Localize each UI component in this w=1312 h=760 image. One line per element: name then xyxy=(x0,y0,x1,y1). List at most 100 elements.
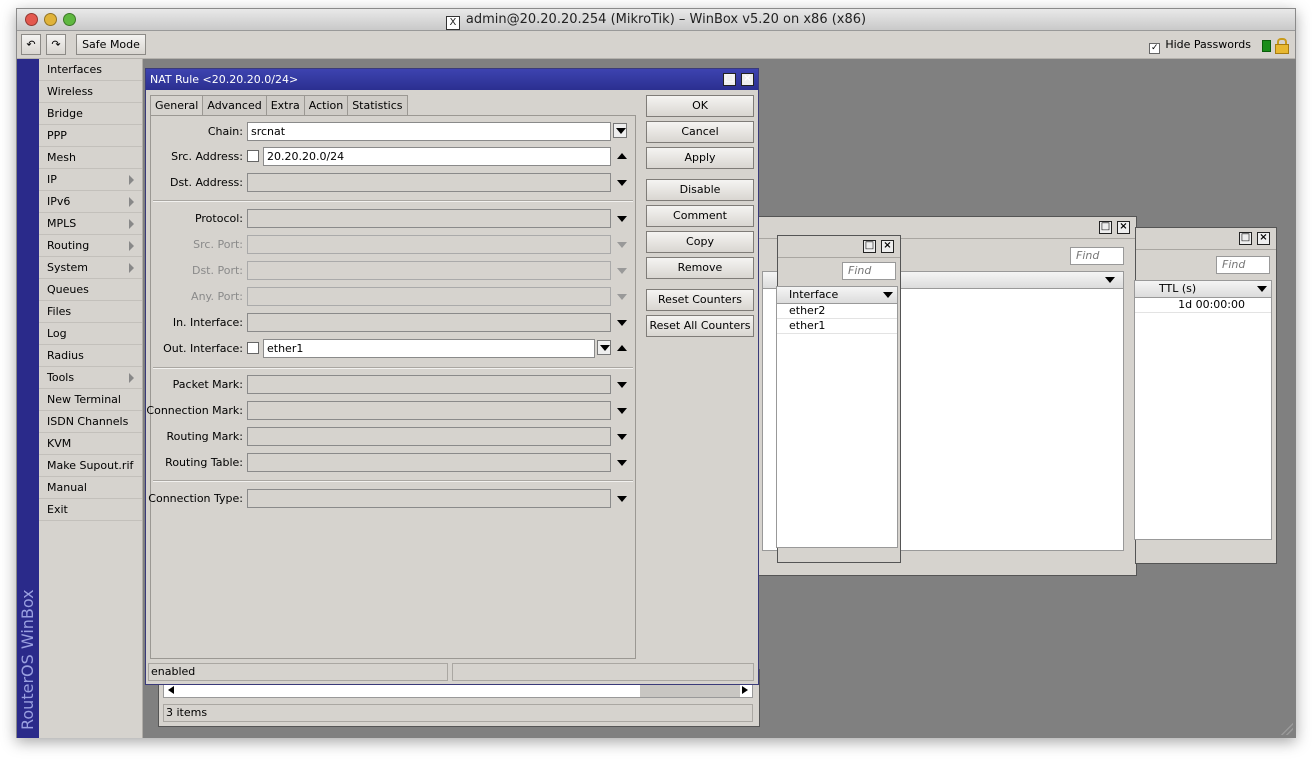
menu-item-queues[interactable]: Queues xyxy=(39,279,142,301)
ttl-grid[interactable]: TTL (s) 1d 00:00:00 xyxy=(1134,280,1272,540)
expand-down-icon[interactable] xyxy=(617,320,627,326)
menu-item-ipv6[interactable]: IPv6 xyxy=(39,191,142,213)
menu-item-isdn-channels[interactable]: ISDN Channels xyxy=(39,411,142,433)
menu-item-radius[interactable]: Radius xyxy=(39,345,142,367)
menu-item-ip[interactable]: IP xyxy=(39,169,142,191)
interface-column-header[interactable]: Interface xyxy=(777,287,897,304)
expand-down-icon[interactable] xyxy=(617,460,627,466)
table-row[interactable]: ether2 xyxy=(777,304,897,319)
menu-item-interfaces[interactable]: Interfaces xyxy=(39,59,142,81)
column-menu-icon[interactable] xyxy=(1105,277,1115,283)
connection-type-input[interactable] xyxy=(247,489,611,508)
collapse-up-icon[interactable] xyxy=(617,345,627,351)
in-interface-row: In. Interface: xyxy=(151,313,637,333)
menu-item-routing[interactable]: Routing xyxy=(39,235,142,257)
table-row[interactable]: 1d 00:00:00 xyxy=(1135,298,1271,313)
menu-item-bridge[interactable]: Bridge xyxy=(39,103,142,125)
cancel-button[interactable]: Cancel xyxy=(646,121,754,143)
chain-select[interactable]: srcnat xyxy=(247,122,611,141)
src-address-negate-checkbox[interactable] xyxy=(247,150,259,162)
disable-button[interactable]: Disable xyxy=(646,179,754,201)
redo-button[interactable]: ↷ xyxy=(46,34,66,55)
resize-grip-icon[interactable] xyxy=(1281,723,1293,735)
bg-window-2-titlebar[interactable]: □ × xyxy=(1136,228,1276,250)
expand-down-icon[interactable] xyxy=(617,408,627,414)
find-input[interactable]: Find xyxy=(842,262,896,280)
copy-button[interactable]: Copy xyxy=(646,231,754,253)
dst-address-row: Dst. Address: xyxy=(151,173,637,193)
toolbar: ↶ ↷ Safe Mode ✓ Hide Passwords xyxy=(17,31,1295,59)
expand-down-icon[interactable] xyxy=(617,496,627,502)
column-menu-icon[interactable] xyxy=(1257,286,1267,292)
menu-item-kvm[interactable]: KVM xyxy=(39,433,142,455)
scroll-right-icon[interactable] xyxy=(742,686,748,694)
chain-dropdown-icon[interactable] xyxy=(613,123,627,138)
remove-button[interactable]: Remove xyxy=(646,257,754,279)
tab-statistics[interactable]: Statistics xyxy=(347,95,408,115)
table-row[interactable]: ether1 xyxy=(777,319,897,334)
tab-extra[interactable]: Extra xyxy=(265,95,305,115)
out-interface-select[interactable]: ether1 xyxy=(263,339,595,358)
menu-item-exit[interactable]: Exit xyxy=(39,499,142,521)
hide-passwords-toggle[interactable]: ✓ Hide Passwords xyxy=(1149,38,1251,54)
tab-advanced[interactable]: Advanced xyxy=(202,95,267,115)
tab-action[interactable]: Action xyxy=(303,95,349,115)
tab-general[interactable]: General xyxy=(150,95,204,116)
reset-counters-button[interactable]: Reset Counters xyxy=(646,289,754,311)
ok-button[interactable]: OK xyxy=(646,95,754,117)
safe-mode-button[interactable]: Safe Mode xyxy=(76,34,146,55)
collapse-up-icon[interactable] xyxy=(617,153,627,159)
close-window-icon[interactable] xyxy=(25,13,38,26)
reset-all-counters-button[interactable]: Reset All Counters xyxy=(646,315,754,337)
hide-passwords-checkbox[interactable]: ✓ xyxy=(1149,43,1161,54)
apply-button[interactable]: Apply xyxy=(646,147,754,169)
expand-down-icon[interactable] xyxy=(617,180,627,186)
dst-address-input[interactable] xyxy=(247,173,611,192)
menu-item-new-terminal[interactable]: New Terminal xyxy=(39,389,142,411)
menu-item-ppp[interactable]: PPP xyxy=(39,125,142,147)
close-icon[interactable]: × xyxy=(741,73,754,86)
maximize-icon[interactable]: □ xyxy=(1239,232,1252,245)
bg-window-3-titlebar[interactable]: □ × xyxy=(778,236,900,258)
out-interface-negate-checkbox[interactable] xyxy=(247,342,259,354)
scroll-thumb[interactable] xyxy=(640,683,740,697)
maximize-icon[interactable]: □ xyxy=(723,73,736,86)
scroll-left-icon[interactable] xyxy=(168,686,174,694)
expand-down-icon[interactable] xyxy=(617,216,627,222)
menu-item-mesh[interactable]: Mesh xyxy=(39,147,142,169)
zoom-window-icon[interactable] xyxy=(63,13,76,26)
out-interface-dropdown-icon[interactable] xyxy=(597,340,611,355)
menu-item-files[interactable]: Files xyxy=(39,301,142,323)
close-icon[interactable]: × xyxy=(1117,221,1130,234)
nat-rule-titlebar[interactable]: NAT Rule <20.20.20.0/24> □ × xyxy=(146,69,758,90)
menu-item-wireless[interactable]: Wireless xyxy=(39,81,142,103)
menu-item-make-supout-rif[interactable]: Make Supout.rif xyxy=(39,455,142,477)
menu-item-tools[interactable]: Tools xyxy=(39,367,142,389)
src-address-input[interactable]: 20.20.20.0/24 xyxy=(263,147,611,166)
interfaces-grid[interactable]: Interface ether2 ether1 xyxy=(776,286,898,548)
menu-item-mpls[interactable]: MPLS xyxy=(39,213,142,235)
menu-item-manual[interactable]: Manual xyxy=(39,477,142,499)
maximize-icon[interactable]: □ xyxy=(1099,221,1112,234)
routing-table-input[interactable] xyxy=(247,453,611,472)
maximize-icon[interactable]: □ xyxy=(863,240,876,253)
protocol-input[interactable] xyxy=(247,209,611,228)
expand-down-icon[interactable] xyxy=(617,434,627,440)
expand-down-icon[interactable] xyxy=(617,382,627,388)
minimize-window-icon[interactable] xyxy=(44,13,57,26)
ttl-column-header[interactable]: TTL (s) xyxy=(1135,281,1271,298)
packet-mark-input[interactable] xyxy=(247,375,611,394)
menu-item-log[interactable]: Log xyxy=(39,323,142,345)
in-interface-input[interactable] xyxy=(247,313,611,332)
find-input[interactable]: Find xyxy=(1070,247,1124,265)
comment-button[interactable]: Comment xyxy=(646,205,754,227)
packet-mark-row: Packet Mark: xyxy=(151,375,637,395)
menu-item-system[interactable]: System xyxy=(39,257,142,279)
routing-mark-input[interactable] xyxy=(247,427,611,446)
connection-mark-input[interactable] xyxy=(247,401,611,420)
close-icon[interactable]: × xyxy=(881,240,894,253)
close-icon[interactable]: × xyxy=(1257,232,1270,245)
find-input[interactable]: Find xyxy=(1216,256,1270,274)
column-menu-icon[interactable] xyxy=(883,292,893,298)
undo-button[interactable]: ↶ xyxy=(21,34,41,55)
